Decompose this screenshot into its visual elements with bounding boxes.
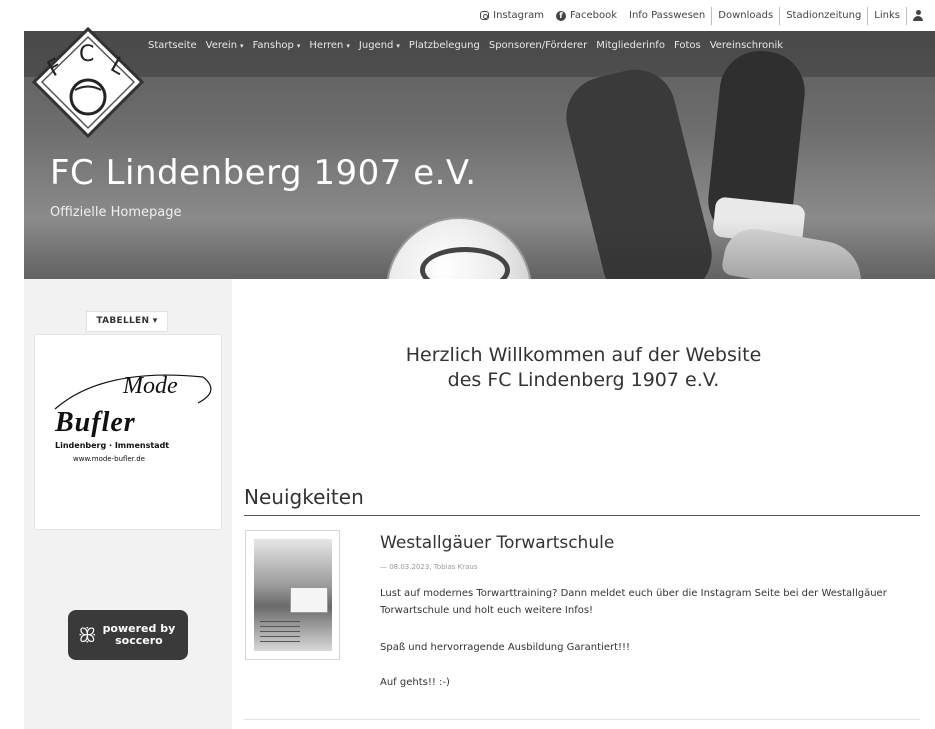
ad-url: www.mode-bufler.de [73,455,145,463]
nav-label: Verein [205,40,238,51]
stadionzeitung-link[interactable]: Stadionzeitung [779,6,867,25]
nav-item-sponsoren[interactable]: Sponsoren/Förderer [489,40,587,51]
facebook-link-label: Facebook [570,10,617,21]
sidebar: TABELLEN ▾ Mode Bufler Lindenberg · Imme… [24,279,232,729]
facebook-icon: f [556,10,566,21]
nav-label: Sponsoren/Förderer [488,40,588,51]
nav-item-vereinschronik[interactable]: Vereinschronik [710,40,783,51]
nav-label: Fotos [673,40,701,51]
nav-label: Vereinschronik [709,40,784,51]
user-login-button[interactable] [906,6,929,25]
site-title: FC Lindenberg 1907 e.V. [50,153,477,193]
nav-item-fanshop[interactable]: Fanshop ▾ [253,40,301,51]
nav-item-jugend[interactable]: Jugend ▾ [359,40,400,51]
main-navigation: Startseite Verein ▾ Fanshop ▾ Herren ▾ Juge… [148,40,792,51]
svg-text:C: C [79,42,94,67]
ad-brand-main: Bufler [55,407,136,438]
ad-locations: Lindenberg · Immenstadt [55,441,170,450]
article-thumbnail[interactable] [245,530,340,660]
info-passwesen-link[interactable]: Info Passwesen [623,7,711,25]
welcome-line-1: Herzlich Willkommen auf der Website [405,344,762,366]
sponsor-ad-mode-bufler[interactable]: Mode Bufler Lindenberg · Immenstadt www.… [34,334,222,530]
instagram-link-label: Instagram [493,10,544,21]
welcome-message: Herzlich Willkommen auf der Website des … [232,343,935,393]
soccero-logo-icon: ꕥ [78,623,97,647]
instagram-icon [480,11,490,20]
nav-label: Platzbelegung [408,40,480,51]
chevron-down-icon: ▾ [240,41,244,50]
nav-item-platzbelegung[interactable]: Platzbelegung [409,40,480,51]
chevron-down-icon: ▾ [152,316,158,326]
nav-item-herren[interactable]: Herren ▾ [309,40,350,51]
article-paragraph: Lust auf modernes Torwarttraining? Dann … [380,588,887,616]
chevron-down-icon: ▾ [296,41,301,50]
welcome-line-2: des FC Lindenberg 1907 e.V. [447,369,720,391]
powered-by-text: powered by soccero [103,623,176,647]
article-paragraph: Spaß und hervorragende Ausbildung Garant… [380,642,631,653]
article-title-link[interactable]: Westallgäuer Torwartschule [380,533,614,553]
tabellen-label: TABELLEN [96,316,150,326]
ad-brand-top: Mode [123,373,178,399]
thumbnail-text-lines [260,621,300,643]
instagram-link[interactable]: Instagram [474,7,550,25]
powered-line2: soccero [115,634,163,647]
thumbnail-flyer [290,587,328,613]
links-link[interactable]: Links [867,6,906,25]
nav-label: Startseite [148,40,197,51]
user-icon [913,9,923,22]
article-paragraph: Auf gehts!! :-) [380,677,450,688]
chevron-down-icon: ▾ [346,41,350,50]
club-logo[interactable]: F C L [31,25,146,140]
site-subtitle: Offizielle Homepage [50,205,182,220]
nav-item-fotos[interactable]: Fotos [674,40,701,51]
nav-label: Jugend [358,40,394,51]
tabellen-dropdown-button[interactable]: TABELLEN ▾ [86,311,168,332]
news-heading: Neuigkeiten [244,485,364,509]
club-crest-icon: F C L [31,26,145,139]
article-thumbnail-image [254,539,332,651]
nav-label: Fanshop [252,40,294,51]
powered-by-soccero-badge[interactable]: ꕥ powered by soccero [68,610,188,660]
nav-label: Herren [309,40,344,51]
hero-banner: FC Lindenberg 1907 e.V. Offizielle Homep… [24,31,935,279]
article-divider [244,719,920,720]
downloads-link[interactable]: Downloads [711,6,779,25]
nav-item-verein[interactable]: Verein ▾ [206,40,244,51]
news-divider [244,515,920,516]
nav-item-mitgliederinfo[interactable]: Mitgliederinfo [596,40,665,51]
nav-label: Mitgliederinfo [596,40,665,51]
facebook-link[interactable]: f Facebook [550,7,623,25]
nav-item-startseite[interactable]: Startseite [148,40,197,51]
main-content: Herzlich Willkommen auf der Website des … [232,279,935,729]
article-meta: — 08.03.2023, Tobias Kraus [380,563,478,571]
chevron-down-icon: ▾ [396,41,400,50]
